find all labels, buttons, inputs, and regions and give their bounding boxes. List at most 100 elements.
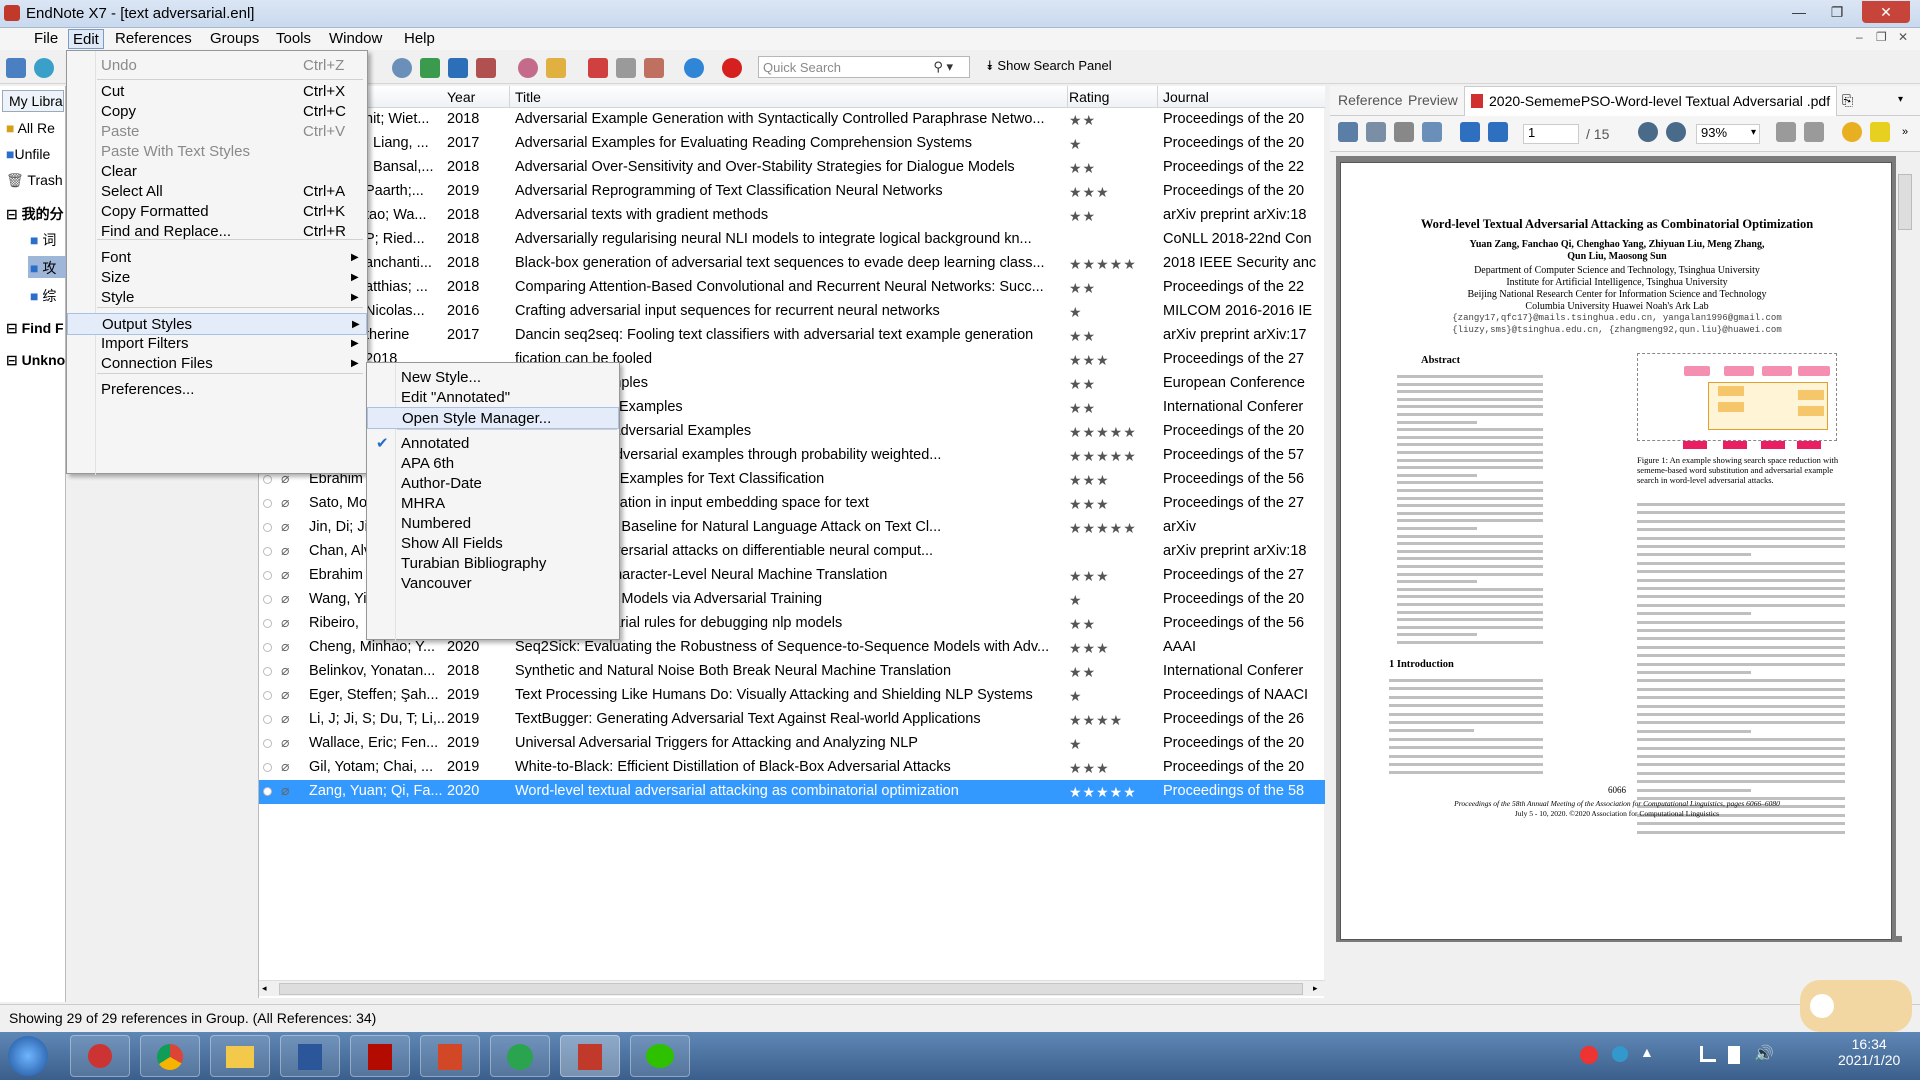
pdf-vertical-scrollbar[interactable] [1896,156,1914,936]
menu-item-cut[interactable]: Cut Ctrl+X [67,81,367,103]
horizontal-scrollbar[interactable]: ◂ ▸ [259,980,1325,996]
taskbar-wechat[interactable] [630,1035,690,1077]
table-row[interactable]: ⌀Paarth;...2019Adversarial Reprogramming… [259,180,1325,204]
zoom-out-icon[interactable] [1638,122,1658,142]
search-online-icon[interactable] [392,58,412,78]
save-icon[interactable] [1366,122,1386,142]
menu-item-import-filters[interactable]: Import Filters ▶ [67,333,367,355]
style-item-show-all-fields[interactable]: Show All Fields [367,533,619,555]
mdi-minimize-icon[interactable]: – [1856,30,1863,44]
read-status-icon[interactable] [263,667,272,676]
read-status-icon[interactable] [263,547,272,556]
help-icon[interactable] [722,58,742,78]
read-status-icon[interactable] [263,619,272,628]
read-status-icon[interactable] [263,595,272,604]
column-title[interactable]: Title [515,89,541,105]
table-row[interactable]: ⌀tao; Wa...2018Adversarial texts with gr… [259,204,1325,228]
cell-rating[interactable]: ★★ [1069,376,1155,393]
cell-rating[interactable]: ★★★ [1069,352,1155,369]
table-row[interactable]: ⌀ Gil, Yotam; Chai, ... 2019 White-to-Black… [259,756,1325,780]
cell-rating[interactable]: ★★ [1069,112,1155,129]
cell-rating[interactable]: ★ [1069,688,1155,705]
chevron-down-icon[interactable]: ▾ [1898,94,1903,105]
table-row[interactable]: ⌀ Zang, Yuan; Qi, Fa... 2020 Word-level tex… [259,780,1325,804]
online-mode-icon[interactable] [34,58,54,78]
menu-item-undo[interactable]: Undo Ctrl+Z [67,55,367,77]
table-row[interactable]: ⌀ Belinkov, Yonatan... 2018 Synthetic and N… [259,660,1325,684]
floating-widget[interactable] [1800,980,1912,1032]
group-unknown[interactable]: ⊟ Unkno [6,352,65,369]
email-icon[interactable] [1422,122,1442,142]
menu-help[interactable]: Help [400,29,439,49]
highlight-icon[interactable] [1870,122,1890,142]
group-set-mine[interactable]: ⊟ 我的分 [6,204,64,224]
search-icon[interactable]: ⚲ ▾ [933,59,953,75]
taskbar-snipping-tool[interactable] [70,1035,130,1077]
show-search-panel-button[interactable]: ⯯ Show Search Panel [986,58,1112,74]
zoom-in-icon[interactable] [1666,122,1686,142]
cell-rating[interactable]: ★ [1069,736,1155,753]
menu-item-font[interactable]: Font ▶ [67,247,367,269]
mdi-close-icon[interactable]: ✕ [1898,30,1908,44]
cell-rating[interactable]: ★★★ [1069,640,1155,657]
style-item-turabian-bibliography[interactable]: Turabian Bibliography [367,553,619,575]
table-row[interactable]: ⌀therine2017Dancin seq2seq: Fooling text… [259,324,1325,348]
pdf-viewer[interactable]: Word-level Textual Adversarial Attacking… [1336,156,1902,942]
cell-rating[interactable]: ★ [1069,592,1155,609]
group-sub-3[interactable]: ■ 综 [30,286,56,306]
table-row[interactable]: ⌀nit; Wiet...2018Adversarial Example Gen… [259,108,1325,132]
menu-item-find-and-replace[interactable]: Find and Replace... Ctrl+R [67,221,367,243]
scroll-right-icon[interactable]: ▸ [1313,983,1318,994]
export-icon[interactable] [448,58,468,78]
format-bibliography-icon[interactable] [616,58,636,78]
cell-rating[interactable]: ★★★ [1069,496,1155,513]
group-find-full-text[interactable]: ⊟ Find F [6,320,64,337]
menu-tools[interactable]: Tools [272,29,315,49]
tab-reference[interactable]: Reference [1338,92,1403,108]
find-full-text-icon[interactable] [476,58,496,78]
cell-rating[interactable]: ★★ [1069,160,1155,177]
cell-rating[interactable]: ★★★ [1069,184,1155,201]
next-page-icon[interactable] [1488,122,1508,142]
read-status-icon[interactable] [263,475,272,484]
taskbar-explorer[interactable] [210,1035,270,1077]
start-button[interactable] [8,1036,48,1076]
import-icon[interactable] [420,58,440,78]
close-button[interactable]: ✕ [1862,1,1910,23]
column-divider[interactable] [1157,86,1158,108]
sticky-note-icon[interactable] [1842,122,1862,142]
horizontal-scroll-thumb[interactable] [279,983,1303,995]
cell-rating[interactable]: ★★★ [1069,472,1155,489]
menu-item-select-all[interactable]: Select All Ctrl+A [67,181,367,203]
cell-rating[interactable]: ★★★ [1069,760,1155,777]
print-icon[interactable] [1394,122,1414,142]
quick-search-input[interactable]: Quick Search ⚲ ▾ [758,56,970,78]
cell-rating[interactable]: ★★ [1069,208,1155,225]
cell-rating[interactable]: ★ [1069,136,1155,153]
open-folder-icon[interactable] [546,58,566,78]
table-row[interactable]: ⌀ Wallace, Eric; Fen... 2019 Universal Adve… [259,732,1325,756]
group-sub-2[interactable]: ■ 攻 [30,258,56,278]
style-item-author-date[interactable]: Author-Date [367,473,619,495]
read-status-icon[interactable] [263,787,272,796]
table-row[interactable]: ⌀Nicolas...2016Crafting adversarial inpu… [259,300,1325,324]
new-reference-icon[interactable] [588,58,608,78]
taskbar-endnote[interactable] [560,1035,620,1077]
table-row[interactable]: ⌀; Bansal,...2018Adversarial Over-Sensit… [259,156,1325,180]
read-status-icon[interactable] [263,499,272,508]
menu-item-size[interactable]: Size ▶ [67,267,367,289]
zoom-select[interactable]: 93% ▾ [1696,124,1760,144]
sync-icon[interactable] [684,58,704,78]
group-trash[interactable]: 🗑 Trash [6,172,63,189]
taskbar-word[interactable] [280,1035,340,1077]
menu-item-preferences[interactable]: Preferences... [67,379,367,401]
menu-item-output-styles[interactable]: Output Styles ▶ [67,313,367,335]
system-clock[interactable]: 16:34 2021/1/20 [1838,1036,1900,1068]
menu-item-paste-with-text-styles[interactable]: Paste With Text Styles [67,141,367,163]
menu-item-clear[interactable]: Clear [67,161,367,183]
menu-window[interactable]: Window [325,29,386,49]
taskbar-acrobat[interactable] [350,1035,410,1077]
insert-citation-icon[interactable] [644,58,664,78]
menu-edit[interactable]: Edit [68,29,104,49]
taskbar-chrome[interactable] [140,1035,200,1077]
